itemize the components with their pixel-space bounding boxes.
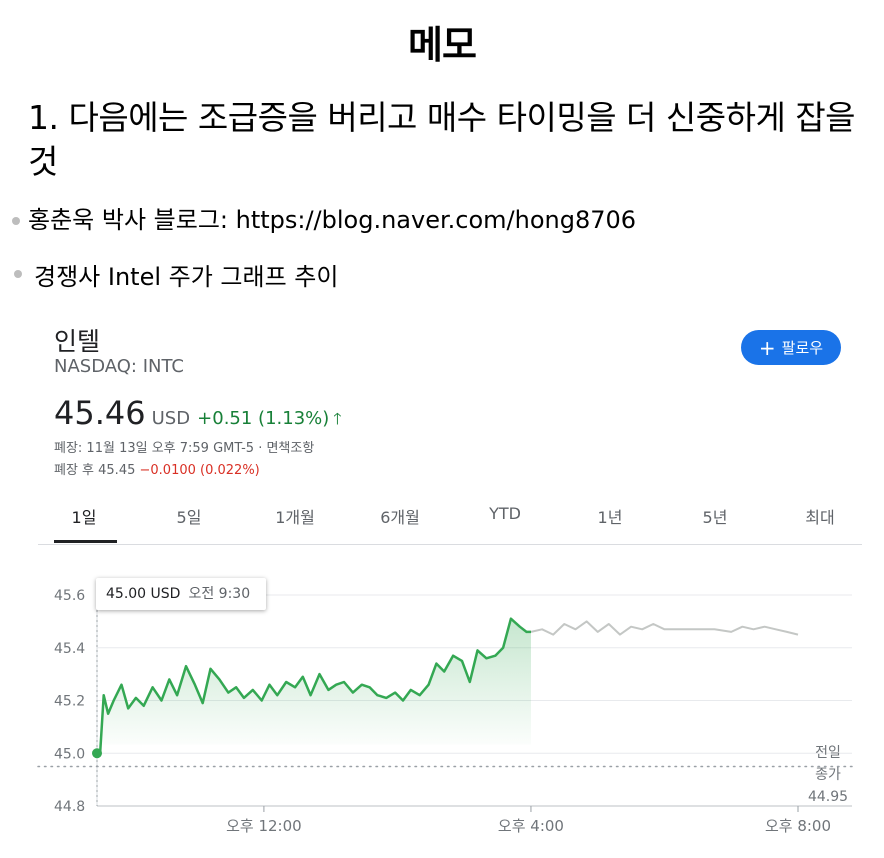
stock-exchange: NASDAQ: INTC bbox=[54, 356, 184, 377]
y-tick-label: 45.6 bbox=[54, 588, 85, 604]
plus-icon: + bbox=[758, 335, 776, 360]
chart-tooltip: 45.00 USD 오전 9:30 bbox=[96, 578, 266, 610]
y-tick-label: 45.2 bbox=[54, 694, 85, 710]
previous-close-label: 44.95 bbox=[808, 789, 848, 805]
tab-1m[interactable]: 1개월 bbox=[275, 504, 315, 528]
after-hours-info: 폐장 후 45.45 −0.0100 (0.022%) bbox=[54, 459, 260, 478]
stock-name: 인텔 bbox=[54, 327, 101, 356]
bullet-dot bbox=[14, 270, 22, 278]
close-info: 폐장: 11월 13일 오후 7:59 GMT-5 · 면책조항 bbox=[54, 441, 315, 456]
slide-title: 메모 bbox=[408, 23, 477, 67]
bullet-blog-text: 홍춘욱 박사 블로그: https://blog.naver.com/hong8… bbox=[28, 206, 637, 234]
stock-currency: USD bbox=[151, 408, 191, 429]
previous-close-label: 종가 bbox=[815, 767, 841, 783]
tab-5y[interactable]: 5년 bbox=[703, 504, 728, 528]
tab-ytd[interactable]: YTD bbox=[489, 504, 521, 523]
x-tick-label: 오후 12:00 bbox=[226, 817, 302, 835]
arrow-up-icon: 🡑 bbox=[333, 409, 342, 428]
after-hours-label: 폐장 후 45.45 bbox=[54, 463, 136, 478]
bullet-intel-text: 경쟁사 Intel 주가 그래프 추이 bbox=[34, 263, 339, 291]
follow-button[interactable]: + 팔로우 bbox=[741, 330, 841, 365]
active-tab-indicator bbox=[54, 540, 117, 543]
after-hours-change: −0.0100 (0.022%) bbox=[139, 463, 260, 478]
y-tick-label: 44.8 bbox=[54, 799, 85, 815]
previous-close-label: 전일 bbox=[815, 745, 841, 761]
tab-6m[interactable]: 6개월 bbox=[380, 504, 420, 528]
range-tabs: 1일 5일 1개월 6개월 YTD 1년 5년 최대 bbox=[38, 500, 862, 545]
bullet-dot bbox=[12, 217, 20, 225]
follow-label: 팔로우 bbox=[781, 339, 824, 357]
bullet-intel: 경쟁사 Intel 주가 그래프 추이 bbox=[14, 262, 339, 292]
price-row: 45.46 USD +0.51 (1.13%) 🡑 bbox=[54, 394, 342, 435]
hover-point bbox=[92, 748, 102, 759]
tab-5d[interactable]: 5일 bbox=[177, 504, 202, 528]
memo-heading: 1. 다음에는 조급증을 버리고 매수 타이밍을 더 신중하게 잡을 것 bbox=[28, 98, 856, 181]
tab-max[interactable]: 최대 bbox=[805, 504, 834, 528]
bullet-blog: 홍춘욱 박사 블로그: https://blog.naver.com/hong8… bbox=[12, 205, 637, 235]
x-tick-label: 오후 8:00 bbox=[765, 817, 831, 835]
stock-change: +0.51 (1.13%) bbox=[197, 408, 330, 429]
tab-1y[interactable]: 1년 bbox=[598, 504, 623, 528]
tooltip-price: 45.00 USD bbox=[106, 586, 181, 602]
after-hours-line bbox=[530, 620, 799, 636]
x-tick-label: 오후 4:00 bbox=[498, 817, 564, 835]
tab-1d[interactable]: 1일 bbox=[72, 504, 97, 528]
y-tick-label: 45.4 bbox=[54, 641, 85, 657]
tooltip-time: 오전 9:30 bbox=[188, 586, 251, 602]
stock-price: 45.46 bbox=[54, 394, 146, 432]
y-tick-label: 45.0 bbox=[54, 746, 85, 762]
